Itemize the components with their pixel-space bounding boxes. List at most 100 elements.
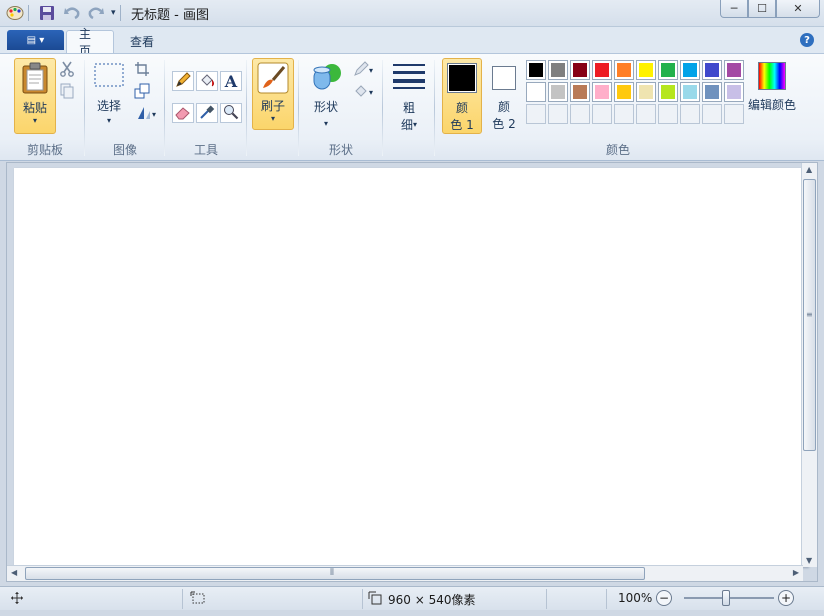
size-label-line2: 细 [400,118,413,132]
fill-tool[interactable] [196,71,218,91]
magnifier-tool[interactable] [220,103,242,123]
color2-button[interactable]: 颜 色 2 [486,58,522,134]
palette-swatch[interactable] [636,82,656,102]
resize-button[interactable] [132,82,152,102]
resize-icon [134,83,150,102]
vertical-scroll-thumb[interactable]: ≡ [803,179,816,451]
crop-icon [134,61,150,80]
copy-icon [59,83,75,102]
select-button[interactable]: 选择 ▾ [90,60,128,130]
text-tool[interactable]: A [220,71,242,91]
image-size-text: 960 × 540像素 [388,593,476,607]
tab-home[interactable]: 主页 [66,27,114,58]
palette-swatch[interactable] [724,82,744,102]
cut-button[interactable] [57,60,77,80]
palette-swatch[interactable] [570,82,590,102]
group-separator [298,60,299,156]
palette-swatch[interactable] [570,60,590,80]
palette-swatch-empty[interactable] [658,104,678,124]
palette-swatch-empty[interactable] [614,104,634,124]
quick-access-toolbar: ▾ [6,4,125,22]
palette-swatch[interactable] [548,82,568,102]
palette-swatch-empty[interactable] [702,104,722,124]
redo-icon[interactable] [87,5,105,21]
horizontal-scroll-thumb[interactable]: ⦀ [25,567,645,580]
zoom-out-button[interactable]: − [656,590,672,606]
palette-swatch[interactable] [636,60,656,80]
paint-menu-button[interactable]: ▤ ▾ [7,30,64,50]
palette-swatch-empty[interactable] [526,104,546,124]
qa-separator [28,5,29,21]
rotate-button[interactable]: ▾ [132,104,160,124]
swatch-fill [573,85,587,99]
save-icon[interactable] [39,5,57,21]
palette-swatch-empty[interactable] [636,104,656,124]
horizontal-scrollbar[interactable]: ◀ ⦀ ▶ [7,565,803,581]
customize-toolbar-chevron-down-icon[interactable]: ▾ [111,8,116,18]
close-button[interactable]: ✕ [776,0,820,18]
scroll-left-icon[interactable]: ◀ [11,568,17,577]
eraser-tool[interactable] [172,103,194,123]
window-controls: ─ ☐ ✕ [720,0,820,18]
size-button[interactable]: 粗 细 ▾ [390,60,428,132]
palette-swatch[interactable] [658,82,678,102]
palette-swatch[interactable] [592,82,612,102]
brushes-button[interactable]: 刷子 ▾ [252,58,294,130]
palette-swatch[interactable] [702,82,722,102]
canvas-workspace: ▲ ≡ ▼ ◀ ⦀ ▶ [6,162,818,582]
selection-size-icon [190,591,206,608]
swatch-fill [551,85,565,99]
palette-swatch-empty[interactable] [592,104,612,124]
paint-app-icon[interactable] [6,5,24,21]
shapes-group-label: 形状 [328,143,353,157]
palette-swatch[interactable] [592,60,612,80]
help-icon[interactable]: ? [800,33,814,47]
scroll-up-icon[interactable]: ▲ [806,165,812,174]
palette-swatch[interactable] [702,60,722,80]
palette-swatch-empty[interactable] [680,104,700,124]
crop-button[interactable] [132,60,152,80]
pencil-tool[interactable] [172,71,194,91]
swatch-fill [529,63,543,77]
color1-swatch [447,63,477,93]
palette-swatch[interactable] [614,82,634,102]
size-label-row: 细 ▾ [401,116,417,133]
swatch-fill [661,63,675,77]
palette-swatch[interactable] [658,60,678,80]
palette-swatch[interactable] [614,60,634,80]
edit-colors-button[interactable]: 编辑颜色 [746,60,798,130]
shapes-button[interactable]: 形状 ▾ [306,58,346,130]
color1-button[interactable]: 颜 色 1 [442,58,482,134]
color-picker-tool[interactable] [196,103,218,123]
scroll-right-icon[interactable]: ▶ [793,568,799,577]
palette-swatch-empty[interactable] [724,104,744,124]
group-separator [84,60,85,156]
outline-button[interactable]: ▾ [350,60,376,80]
copy-button[interactable] [57,82,77,102]
fill-button[interactable]: ▾ [350,82,376,102]
vertical-scrollbar[interactable]: ▲ ≡ ▼ [801,163,817,567]
palette-swatch[interactable] [526,60,546,80]
palette-swatch[interactable] [548,60,568,80]
zoom-in-button[interactable]: + [778,590,794,606]
rotate-chevron-down-icon: ▾ [151,109,156,119]
palette-swatch[interactable] [680,82,700,102]
palette-swatch[interactable] [680,60,700,80]
maximize-button[interactable]: ☐ [748,0,776,18]
drawing-canvas[interactable] [14,168,808,567]
scroll-down-icon[interactable]: ▼ [806,556,812,565]
zoom-slider-thumb[interactable] [722,590,730,606]
shapes-group: 形状 ▾ ▾ ▾ 形状 [300,54,382,160]
palette-swatch-empty[interactable] [570,104,590,124]
tab-view[interactable]: 查看 [118,30,166,53]
paste-button[interactable]: 粘贴 ▾ [14,58,56,134]
paste-chevron-down-icon: ▾ [32,116,37,125]
minimize-button[interactable]: ─ [720,0,748,18]
palette-swatch[interactable] [526,82,546,102]
palette-swatch-empty[interactable] [548,104,568,124]
palette-swatch[interactable] [724,60,744,80]
undo-icon[interactable] [63,5,81,21]
image-group-label: 图像 [112,143,137,157]
ribbon-tabs: ▤ ▾ 主页 查看 ? [0,27,824,58]
group-separator [382,60,383,156]
